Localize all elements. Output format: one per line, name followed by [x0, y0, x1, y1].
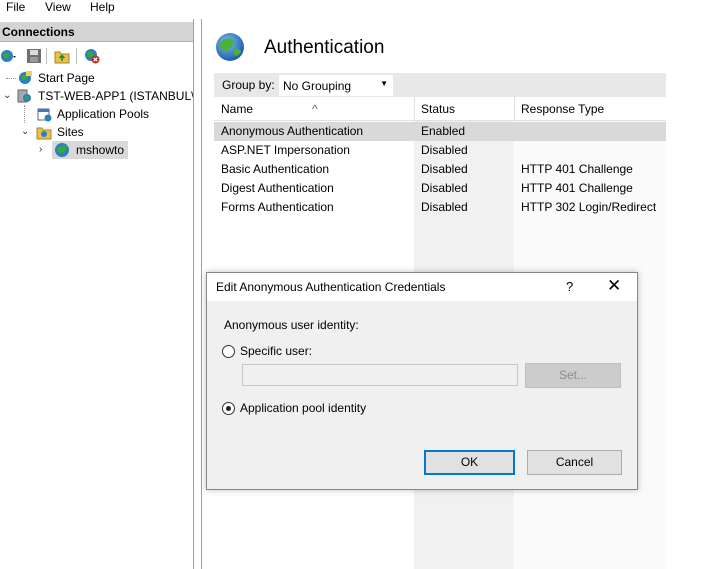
close-button[interactable]: ✕	[607, 276, 621, 296]
connect-globe-icon[interactable]	[0, 48, 16, 64]
column-header-name[interactable]: Name	[221, 102, 253, 116]
column-header-status[interactable]: Status	[421, 102, 455, 116]
site-globe-icon	[54, 142, 70, 158]
column-separator[interactable]	[514, 97, 515, 121]
tree-item-label: Start Page	[38, 71, 95, 85]
app-pool-identity-radio[interactable]	[222, 402, 235, 415]
table-row[interactable]: Basic Authentication Disabled HTTP 401 C…	[214, 160, 666, 179]
dialog-body: Anonymous user identity: Specific user: …	[207, 301, 637, 489]
tree-item-label: TST-WEB-APP1 (ISTANBUL\A	[38, 89, 194, 103]
grid-header: ^ Name Status Response Type	[214, 97, 666, 121]
specific-user-radio[interactable]	[222, 345, 235, 358]
toolbar-separator	[46, 48, 47, 64]
expand-chevron-icon[interactable]: ›	[39, 141, 49, 159]
page-title: Authentication	[264, 37, 385, 58]
toolbar-separator	[76, 48, 77, 64]
column-separator[interactable]	[414, 97, 415, 121]
tree-connector	[6, 78, 16, 79]
application-pools-icon	[36, 106, 52, 122]
tree-item-label: Sites	[57, 125, 84, 139]
cell-name: Basic Authentication	[221, 162, 330, 176]
cell-status: Disabled	[421, 162, 468, 176]
collapse-chevron-icon[interactable]: ⌄	[21, 123, 31, 141]
ok-button[interactable]: OK	[424, 450, 515, 475]
tree-item-label: mshowto	[76, 143, 125, 157]
set-button[interactable]: Set...	[525, 363, 621, 388]
menu-help[interactable]: Help	[90, 0, 115, 14]
cell-response-type: HTTP 302 Login/Redirect	[521, 200, 657, 214]
cell-name: Anonymous Authentication	[221, 124, 364, 138]
sites-folder-icon	[36, 124, 52, 140]
cell-status: Disabled	[421, 143, 468, 157]
group-by-value: No Grouping	[283, 79, 352, 93]
cell-response-type: HTTP 401 Challenge	[521, 181, 633, 195]
table-row[interactable]: Anonymous Authentication Enabled	[214, 122, 666, 141]
table-row[interactable]: Digest Authentication Disabled HTTP 401 …	[214, 179, 666, 198]
disconnect-icon[interactable]	[84, 48, 100, 64]
tree-item-site-mshowto[interactable]: › mshowto	[0, 141, 193, 159]
dropdown-arrow-icon: ▼	[380, 79, 388, 88]
up-folder-icon[interactable]	[54, 48, 70, 64]
group-by-bar: Group by: No Grouping ▼	[214, 73, 666, 97]
group-by-dropdown[interactable]: No Grouping ▼	[279, 75, 393, 96]
app-pool-identity-label[interactable]: Application pool identity	[240, 401, 366, 415]
cell-status: Disabled	[421, 200, 468, 214]
cancel-button[interactable]: Cancel	[527, 450, 622, 475]
dialog-title: Edit Anonymous Authentication Credential…	[216, 280, 446, 294]
collapse-chevron-icon[interactable]: ⌄	[3, 87, 13, 105]
tree-item-sites[interactable]: ⌄ Sites	[0, 123, 193, 141]
cell-name: Digest Authentication	[221, 181, 334, 195]
specific-user-label[interactable]: Specific user:	[240, 344, 312, 358]
tree-item-start-page[interactable]: Start Page	[0, 69, 193, 87]
cell-name: ASP.NET Impersonation	[221, 143, 350, 157]
table-row[interactable]: Forms Authentication Disabled HTTP 302 L…	[214, 198, 666, 217]
menu-bar: File View Help	[0, 0, 715, 16]
dialog-title-bar[interactable]: Edit Anonymous Authentication Credential…	[207, 273, 637, 301]
identity-label: Anonymous user identity:	[224, 318, 359, 332]
server-icon	[16, 88, 32, 104]
tree-item-application-pools[interactable]: Application Pools	[0, 105, 193, 123]
connections-header: Connections	[0, 22, 193, 42]
cell-name: Forms Authentication	[221, 200, 334, 214]
menu-view[interactable]: View	[45, 0, 71, 14]
tree-connector	[24, 105, 25, 123]
connections-toolbar	[0, 44, 193, 66]
connections-pane: Connections Start Page ⌄ TST-WEB-APP1 (I…	[0, 19, 194, 569]
specific-user-field[interactable]	[242, 364, 518, 386]
tree-item-server[interactable]: ⌄ TST-WEB-APP1 (ISTANBUL\A	[0, 87, 194, 105]
help-button[interactable]: ?	[566, 279, 573, 294]
column-header-response-type[interactable]: Response Type	[521, 102, 604, 116]
cell-response-type: HTTP 401 Challenge	[521, 162, 633, 176]
start-page-icon	[17, 70, 33, 86]
cell-status: Disabled	[421, 181, 468, 195]
table-row[interactable]: ASP.NET Impersonation Disabled	[214, 141, 666, 160]
sort-caret-icon: ^	[312, 102, 318, 116]
authentication-globe-icon	[214, 31, 246, 63]
cell-status: Enabled	[421, 124, 466, 138]
save-icon[interactable]	[26, 48, 42, 64]
menu-file[interactable]: File	[6, 0, 25, 14]
group-by-label: Group by:	[222, 78, 275, 92]
tree-item-label: Application Pools	[57, 107, 150, 121]
edit-anonymous-credentials-dialog: Edit Anonymous Authentication Credential…	[206, 272, 638, 490]
